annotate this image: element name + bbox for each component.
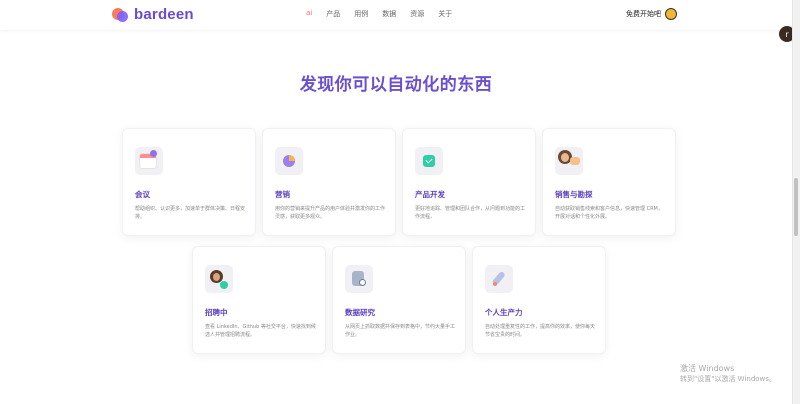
card-desc: 帮助组织、认识更多，加速单于群体决策、日程安排。 bbox=[135, 206, 246, 220]
card-title: 数据研究 bbox=[345, 308, 375, 317]
card-desc: 从网页上抓取数据并保存到表格中，节约大量手工作业。 bbox=[345, 324, 456, 338]
nav-item-product[interactable]: 产品 bbox=[326, 9, 340, 19]
card-title: 营销 bbox=[275, 190, 290, 199]
check-icon bbox=[415, 147, 443, 175]
person-icon bbox=[555, 147, 583, 175]
page: bardeen ai 产品 用例 数据 资源 关于 免费开始吧 r 发现你可以自… bbox=[0, 0, 800, 404]
nav-item-resources[interactable]: 资源 bbox=[410, 9, 424, 19]
nav-item-data[interactable]: 数据 bbox=[382, 9, 396, 19]
card-desc: 更好地追踪、管理和团队合作，从问题到功能的工作流程。 bbox=[415, 206, 526, 220]
card-recruiting[interactable]: 招聘中 查看 LinkedIn、Github 等社交平台，快速找到候选人并管理招… bbox=[192, 246, 326, 354]
card-title: 销售与勘探 bbox=[555, 190, 593, 199]
card-marketing[interactable]: 营销 用你的营销来提升产品的用户体验并激发你的工作灵感，获取更多观众。 bbox=[262, 128, 396, 236]
scrollbar-thumb[interactable] bbox=[794, 178, 798, 236]
nav-item-usecases[interactable]: 用例 bbox=[354, 9, 368, 19]
card-product-dev[interactable]: 产品开发 更好地追踪、管理和团队合作，从问题到功能的工作流程。 bbox=[402, 128, 536, 236]
rocket-icon bbox=[485, 265, 513, 293]
nav-item-ai[interactable]: ai bbox=[306, 9, 312, 19]
windows-activation-watermark: 激活 Windows 转到"设置"以激活 Windows。 bbox=[680, 364, 776, 384]
signin-label: 免费开始吧 bbox=[626, 10, 661, 18]
card-title: 会议 bbox=[135, 190, 150, 199]
calendar-icon bbox=[135, 147, 163, 175]
search-icon bbox=[345, 265, 373, 293]
card-meetings[interactable]: 会议 帮助组织、认识更多，加速单于群体决策、日程安排。 bbox=[122, 128, 256, 236]
card-title: 个人生产力 bbox=[485, 308, 523, 317]
card-desc: 用你的营销来提升产品的用户体验并激发你的工作灵感，获取更多观众。 bbox=[275, 206, 386, 220]
card-desc: 自动处理重复性的工作，提高你的效率，使你每天节省宝贵的时间。 bbox=[485, 324, 596, 338]
nav-item-about[interactable]: 关于 bbox=[438, 9, 452, 19]
avatar-icon bbox=[665, 8, 677, 20]
top-header: bardeen ai 产品 用例 数据 资源 关于 免费开始吧 bbox=[0, 0, 792, 30]
brand-name: bardeen bbox=[134, 6, 194, 23]
watermark-line-2: 转到"设置"以激活 Windows。 bbox=[680, 375, 776, 383]
signin-button[interactable]: 免费开始吧 bbox=[626, 8, 677, 20]
card-title: 招聘中 bbox=[205, 308, 228, 317]
card-title: 产品开发 bbox=[415, 190, 445, 199]
card-productivity[interactable]: 个人生产力 自动处理重复性的工作，提高你的效率，使你每天节省宝贵的时间。 bbox=[472, 246, 606, 354]
section-title: 发现你可以自动化的东西 bbox=[299, 75, 493, 95]
recruit-icon bbox=[205, 265, 233, 293]
main-nav: ai 产品 用例 数据 资源 关于 bbox=[306, 9, 452, 19]
chart-icon bbox=[275, 147, 303, 175]
card-sales[interactable]: 销售与勘探 自动获取销售线索和客户信息，快速管理 CRM，开展对话和个性化外展。 bbox=[542, 128, 676, 236]
brand-logo[interactable]: bardeen bbox=[112, 6, 194, 23]
card-desc: 查看 LinkedIn、Github 等社交平台，快速找到候选人并管理招聘流程。 bbox=[205, 324, 316, 338]
card-desc: 自动获取销售线索和客户信息，快速管理 CRM，开展对话和个性化外展。 bbox=[555, 206, 663, 220]
watermark-line-1: 激活 Windows bbox=[680, 364, 735, 373]
card-data-research[interactable]: 数据研究 从网页上抓取数据并保存到表格中，节约大量手工作业。 bbox=[332, 246, 466, 354]
bardeen-logo-icon bbox=[112, 7, 128, 23]
